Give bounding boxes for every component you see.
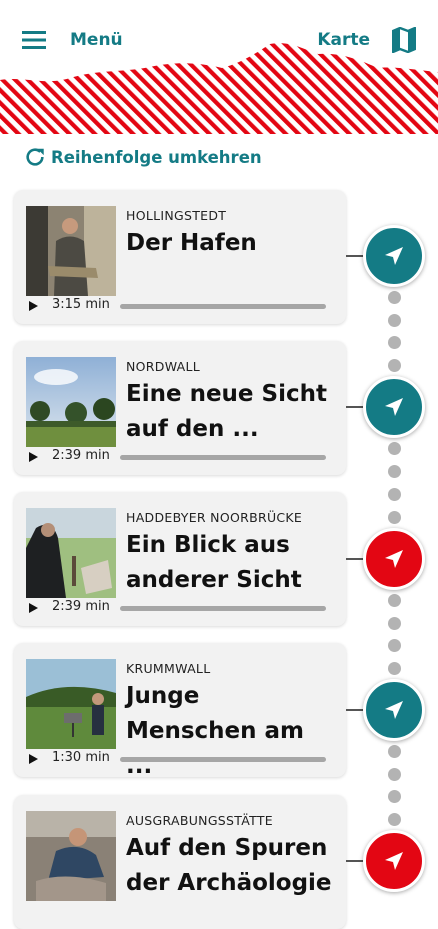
station-place: HOLLINGSTEDT	[126, 208, 227, 223]
station-duration: 3:15 min	[52, 297, 110, 312]
navigate-button[interactable]	[363, 830, 425, 892]
play-icon[interactable]	[26, 298, 40, 312]
navigation-arrow-icon	[385, 398, 403, 416]
station-duration: 2:39 min	[52, 599, 110, 614]
route-dot	[387, 511, 401, 524]
route-dot	[387, 290, 401, 304]
play-icon[interactable]	[26, 600, 40, 614]
refresh-icon	[26, 148, 44, 166]
station-title: Der Hafen	[126, 230, 257, 256]
audio-progress-bar[interactable]	[120, 455, 326, 460]
route-dot	[387, 336, 401, 350]
mountain-stripe-graphic	[0, 43, 438, 134]
station-title: Ein Blick aus anderer Sicht	[126, 532, 302, 593]
route-dot	[387, 442, 401, 455]
route-dot	[387, 593, 401, 607]
route-dot	[387, 662, 401, 676]
navigation-arrow-icon	[385, 701, 403, 719]
station-duration: 2:39 min	[52, 448, 110, 463]
navigate-button[interactable]	[363, 679, 425, 741]
route-dot	[387, 767, 401, 781]
navigate-button[interactable]	[363, 225, 425, 287]
route-dot	[387, 313, 401, 327]
station-card[interactable]: AUSGRABUNGSSTÄTTE Auf den Spuren der Arch…	[14, 795, 346, 929]
station-title: Eine neue Sicht auf den ...	[126, 381, 327, 442]
audio-progress-bar[interactable]	[120, 304, 326, 309]
route-dot	[387, 790, 401, 804]
station-card[interactable]: NORDWALL Eine neue Sicht auf den ... 2:39 …	[14, 341, 346, 475]
navigate-button[interactable]	[363, 376, 425, 438]
station-thumbnail	[26, 206, 116, 296]
route-dot	[387, 465, 401, 478]
station-card[interactable]: HOLLINGSTEDT Der Hafen 3:15 min	[14, 190, 346, 324]
station-place: HADDEBYER NOORBRÜCKE	[126, 510, 303, 525]
audio-progress-bar[interactable]	[120, 606, 326, 611]
station-title: Auf den Spuren der Archäologie	[126, 835, 332, 896]
route-dot	[387, 639, 401, 653]
navigation-arrow-icon	[385, 247, 403, 265]
station-card[interactable]: HADDEBYER NOORBRÜCKE Ein Blick aus andere…	[14, 492, 346, 626]
station-thumbnail	[26, 659, 116, 749]
station-place: AUSGRABUNGSSTÄTTE	[126, 813, 273, 828]
station-thumbnail	[26, 357, 116, 447]
station-card[interactable]: KRUMMWALL Junge Menschen am ... 1:30 min	[14, 643, 346, 779]
play-icon[interactable]	[26, 449, 40, 463]
route-dot	[387, 744, 401, 758]
route-dot	[387, 488, 401, 501]
navigation-arrow-icon	[385, 852, 403, 870]
station-place: NORDWALL	[126, 359, 201, 374]
station-place: KRUMMWALL	[126, 661, 211, 676]
navigate-button[interactable]	[363, 528, 425, 590]
audio-progress-bar[interactable]	[120, 757, 326, 762]
station-duration: 1:30 min	[52, 750, 110, 765]
route-dot	[387, 359, 401, 373]
reverse-order-label: Reihenfolge umkehren	[51, 147, 262, 167]
station-thumbnail	[26, 508, 116, 598]
route-dot	[387, 616, 401, 630]
route-dot	[387, 813, 401, 827]
play-icon[interactable]	[26, 751, 40, 765]
reverse-order-button[interactable]: Reihenfolge umkehren	[24, 144, 262, 170]
station-title: Junge Menschen am ...	[126, 683, 305, 779]
navigation-arrow-icon	[385, 550, 403, 568]
station-thumbnail	[26, 811, 116, 901]
